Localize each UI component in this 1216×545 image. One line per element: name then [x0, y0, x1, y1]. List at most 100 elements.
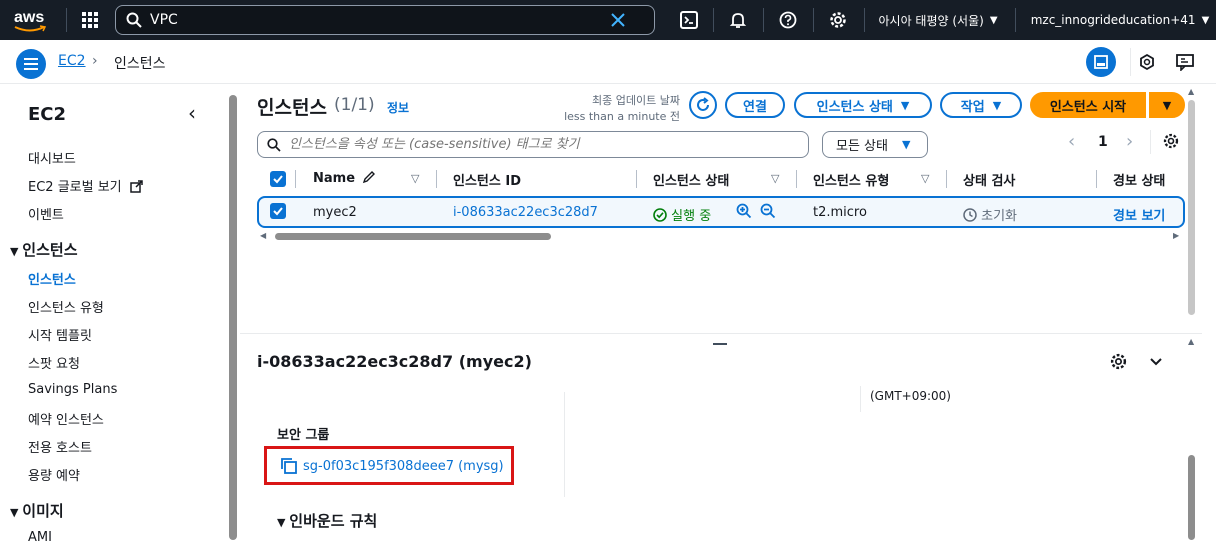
table-horizontal-scrollbar[interactable] — [275, 233, 551, 240]
page-number[interactable]: 1 — [1098, 134, 1108, 150]
zoom-in-icon[interactable] — [736, 203, 752, 223]
aws-logo[interactable]: aws — [14, 0, 50, 40]
account-menu[interactable]: mzc_innogrideducation+41 ▼ — [1030, 0, 1210, 40]
sort-icon[interactable]: ▽ — [771, 172, 779, 185]
sidebar-section-images[interactable]: ▼ 이미지 — [10, 500, 64, 521]
inbound-rules-toggle[interactable]: ▼ 인바운드 규칙 — [277, 510, 377, 531]
filter-field[interactable] — [257, 131, 809, 158]
sidebar-item-dedicated-hosts[interactable]: 전용 호스트 — [28, 437, 92, 456]
collapse-icon[interactable]: ‹ — [188, 101, 196, 125]
cell-instance-type: t2.micro — [813, 205, 867, 220]
sidebar-item-launch-templates[interactable]: 시작 템플릿 — [28, 325, 92, 344]
button-label: 인스턴스 상태 — [816, 99, 893, 115]
clock-icon — [963, 208, 977, 222]
detail-vertical-scrollbar[interactable] — [1188, 455, 1195, 540]
region-selector[interactable]: 아시아 태평양 (서울) ▼ — [876, 0, 1000, 40]
security-group-link[interactable]: sg-0f03c195f308deee7 (mysg) — [303, 459, 504, 474]
cell-instance-state: 실행 중 — [653, 205, 711, 224]
hamburger-icon — [24, 58, 38, 70]
resize-handle-icon[interactable] — [713, 343, 727, 345]
info-link[interactable]: 정보 — [387, 99, 409, 116]
last-updated-label: 최종 업데이트 날짜 — [592, 94, 680, 107]
column-header-instance-state[interactable]: 인스턴스 상태 — [653, 170, 729, 189]
state-select[interactable]: 모든 상태 ▼ — [822, 131, 928, 158]
launch-instances-button[interactable]: 인스턴스 시작 — [1030, 92, 1146, 118]
panel-toggle-button[interactable] — [1086, 47, 1116, 77]
menu-toggle-button[interactable] — [16, 49, 46, 79]
detail-settings-icon[interactable] — [1110, 353, 1127, 374]
instance-id-link[interactable]: i-08633ac22ec3c28d7 — [453, 205, 598, 220]
search-icon — [126, 12, 142, 28]
last-updated-value: less than a minute 전 — [564, 110, 680, 123]
sidebar-item-events[interactable]: 이벤트 — [28, 204, 64, 223]
scroll-right-icon[interactable]: ▶ — [1173, 231, 1179, 240]
gear-icon[interactable] — [826, 0, 850, 40]
zoom-out-icon[interactable] — [760, 203, 776, 223]
sidebar-item-ami[interactable]: AMI — [28, 530, 52, 545]
split-panel-divider[interactable] — [240, 333, 1202, 334]
column-header-instance-id[interactable]: 인스턴스 ID — [453, 170, 521, 189]
scroll-up-icon[interactable]: ▲ — [1188, 87, 1194, 96]
column-header-alarm-status[interactable]: 경보 상태 — [1113, 170, 1165, 189]
sidebar-item-global-view[interactable]: EC2 글로벌 보기 — [28, 176, 143, 195]
refresh-button[interactable] — [689, 91, 717, 119]
sidebar-item-dashboard[interactable]: 대시보드 — [28, 148, 76, 167]
breadcrumb-ec2[interactable]: EC2 — [58, 53, 86, 69]
sort-icon[interactable]: ▽ — [921, 172, 929, 185]
timezone-value: (GMT+09:00) — [870, 389, 951, 403]
cell-status-check: 초기화 — [963, 205, 1017, 224]
column-header-instance-type[interactable]: 인스턴스 유형 — [813, 170, 889, 189]
success-icon — [653, 208, 667, 222]
sidebar-scrollbar[interactable] — [229, 95, 237, 540]
select-all-checkbox[interactable] — [270, 171, 286, 187]
copy-icon[interactable] — [280, 457, 297, 478]
prev-page-icon[interactable]: ‹ — [1068, 131, 1075, 152]
table-row[interactable] — [257, 196, 1185, 228]
scroll-left-icon[interactable]: ◀ — [260, 231, 266, 240]
detail-collapse-icon[interactable] — [1148, 354, 1164, 374]
main-vertical-scrollbar[interactable] — [1188, 100, 1195, 315]
sidebar-item-instances[interactable]: 인스턴스 — [28, 269, 76, 288]
actions-button[interactable]: 작업 ▼ — [940, 92, 1022, 118]
section-label: 인스턴스 — [22, 241, 78, 259]
instance-state-button[interactable]: 인스턴스 상태 ▼ — [794, 92, 932, 118]
cloudshell-icon[interactable] — [677, 0, 701, 40]
help-icon[interactable] — [776, 0, 800, 40]
clear-icon[interactable] — [610, 12, 626, 28]
button-label: 연결 — [743, 99, 767, 115]
edit-icon — [362, 171, 375, 184]
aws-smile-icon — [14, 25, 46, 32]
next-page-icon[interactable]: › — [1126, 131, 1133, 152]
column-header-name[interactable]: Name — [313, 170, 376, 186]
view-alarms-link[interactable]: 경보 보기 — [1113, 205, 1165, 224]
sidebar-item-spot-requests[interactable]: 스팟 요청 — [28, 353, 80, 372]
sidebar-item-reserved-instances[interactable]: 예약 인스턴스 — [28, 409, 104, 428]
caret-down-icon: ▼ — [1162, 98, 1172, 112]
check-icon — [273, 175, 283, 184]
column-header-status-check[interactable]: 상태 검사 — [963, 170, 1015, 189]
top-navigation-bar: aws 아시아 태평양 (서울) ▼ mzc_innogrideducation… — [0, 0, 1216, 40]
connect-button[interactable]: 연결 — [725, 92, 785, 118]
column-label: Name — [313, 171, 356, 186]
bell-icon[interactable] — [726, 0, 750, 40]
scroll-up-icon[interactable]: ▲ — [1188, 337, 1194, 346]
table-settings-icon[interactable] — [1163, 133, 1179, 153]
grid-icon[interactable] — [78, 0, 102, 40]
instance-count: (1/1) — [334, 95, 375, 115]
caret-down-icon: ▼ — [10, 245, 23, 258]
sidebar-item-savings-plans[interactable]: Savings Plans — [28, 382, 117, 397]
search-bar[interactable] — [115, 5, 655, 35]
sort-icon[interactable]: ▽ — [411, 172, 419, 185]
search-input[interactable] — [150, 12, 610, 28]
sidebar-section-instances[interactable]: ▼ 인스턴스 — [10, 239, 78, 260]
launch-dropdown-button[interactable]: ▼ — [1149, 92, 1185, 118]
security-group-label: 보안 그룹 — [277, 428, 330, 443]
filter-input[interactable] — [289, 137, 789, 152]
row-checkbox[interactable] — [270, 203, 286, 219]
caret-down-icon: ▼ — [900, 98, 910, 112]
sidebar-item-capacity-reservations[interactable]: 용량 예약 — [28, 465, 80, 484]
state-label: 실행 중 — [671, 209, 712, 224]
hexagon-icon[interactable] — [1138, 53, 1156, 75]
feedback-icon[interactable] — [1176, 53, 1194, 75]
sidebar-item-instance-types[interactable]: 인스턴스 유형 — [28, 297, 104, 316]
